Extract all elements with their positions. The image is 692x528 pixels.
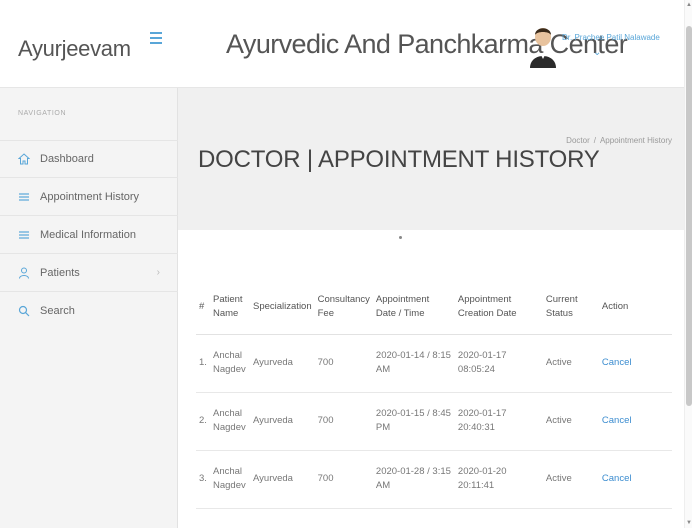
status: Active [542,334,599,393]
column-header-current-status: Current Status [542,280,599,335]
scrollbar-thumb[interactable] [686,26,692,406]
menu-toggle-icon[interactable] [150,32,162,44]
creation-date: 2020-01-20 20:11:41 [454,450,543,509]
sidebar-item-label: Patients [40,266,80,279]
table-row: 3. Anchal Nagdev Ayurveda 700 2020-01-28… [196,450,672,509]
breadcrumb-current: Appointment History [599,136,672,145]
patient-name: Anchal Nagdev [210,450,250,509]
action-cell: Cancel [598,450,672,509]
page-header: DOCTOR | APPOINTMENT HISTORY Doctor / Appo… [178,88,684,230]
chevron-right-icon: › [156,267,160,278]
row-number: 2. [196,392,210,451]
row-number: 1. [196,334,210,393]
patient-name: Anchal Nagdev [210,392,250,451]
action-cell: Cancel [598,392,672,451]
column-header-number: # [196,280,210,335]
sidebar-item-search[interactable]: Search [0,292,178,330]
sidebar-item-dashboard[interactable]: Dashboard [0,140,178,178]
consultancy-fee: 700 [314,450,373,509]
table-row: 2. Anchal Nagdev Ayurveda 700 2020-01-15… [196,392,672,451]
patient-name: Anchal Nagdev [210,334,250,393]
specialization: Ayurveda [250,392,315,451]
sidebar-item-label: Search [40,305,75,317]
page-title: DOCTOR | APPOINTMENT HISTORY [198,146,600,173]
row-number: 3. [196,450,210,509]
sidebar: Ayurjeevam NAVIGATION Dashboard Appointm… [0,0,178,528]
sidebar-item-medical-information[interactable]: Medical Information [0,216,178,254]
column-header-consultancy-fee: Consultancy Fee [314,280,373,335]
brand-logo[interactable]: Ayurjeevam [18,36,131,62]
breadcrumb-parent[interactable]: Doctor [566,136,590,145]
creation-date: 2020-01-17 08:05:24 [454,334,543,393]
scroll-up-icon[interactable]: ▲ [686,2,692,8]
table-header-row: # Patient Name Specialization Consultanc… [196,280,672,335]
sidebar-item-label: Appointment History [40,190,140,203]
cancel-button[interactable]: Cancel [602,415,632,426]
action-cell: Cancel [598,334,672,393]
scrollbar[interactable]: ▲ ▼ [684,0,692,528]
column-header-action: Action [598,280,672,335]
appointment-date: 2020-01-15 / 8:45 PM [372,392,455,451]
appointment-date: 2020-01-28 / 3:15 AM [372,450,455,509]
table-row: 1. Anchal Nagdev Ayurveda 700 2020-01-14… [196,334,672,393]
list-icon [18,191,30,203]
user-icon [18,267,30,279]
status: Active [542,392,599,451]
column-header-specialization: Specialization [250,280,315,335]
creation-date: 2020-01-17 20:40:31 [454,392,543,451]
sidebar-item-label: Dashboard [40,153,94,165]
consultancy-fee: 700 [314,392,373,451]
sidebar-item-patients[interactable]: Patients › [0,254,178,292]
search-icon [18,305,30,317]
brand-bar: Ayurjeevam [0,0,178,88]
specialization: Ayurveda [250,334,315,393]
avatar[interactable] [530,24,566,68]
appointment-table: # Patient Name Specialization Consultanc… [196,280,672,509]
column-header-creation-date: Appointment Creation Date [454,280,543,335]
list-icon [18,229,30,241]
chevron-down-icon[interactable]: ⌄ [593,47,601,58]
column-header-appointment-date: Appointment Date / Time [372,280,455,335]
cancel-button[interactable]: Cancel [602,473,632,484]
cancel-button[interactable]: Cancel [602,357,632,368]
appointment-date: 2020-01-14 / 8:15 AM [372,334,455,393]
specialization: Ayurveda [250,450,315,509]
decorative-dot [399,236,402,239]
user-name[interactable]: Dr. Prachee Patil Nalawade [562,33,660,42]
breadcrumb-separator: / [593,136,596,145]
nav-heading: NAVIGATION [18,110,67,117]
breadcrumb: Doctor / Appointment History [566,136,672,145]
column-header-patient-name: Patient Name [210,280,250,335]
home-icon [18,153,30,165]
scroll-down-icon[interactable]: ▼ [686,520,692,526]
top-bar: Ayurvedic And Panchkarma Center Dr. Prac… [178,0,692,88]
consultancy-fee: 700 [314,334,373,393]
sidebar-item-label: Medical Information [40,228,136,241]
sidebar-item-appointment-history[interactable]: Appointment History [0,178,178,216]
status: Active [542,450,599,509]
